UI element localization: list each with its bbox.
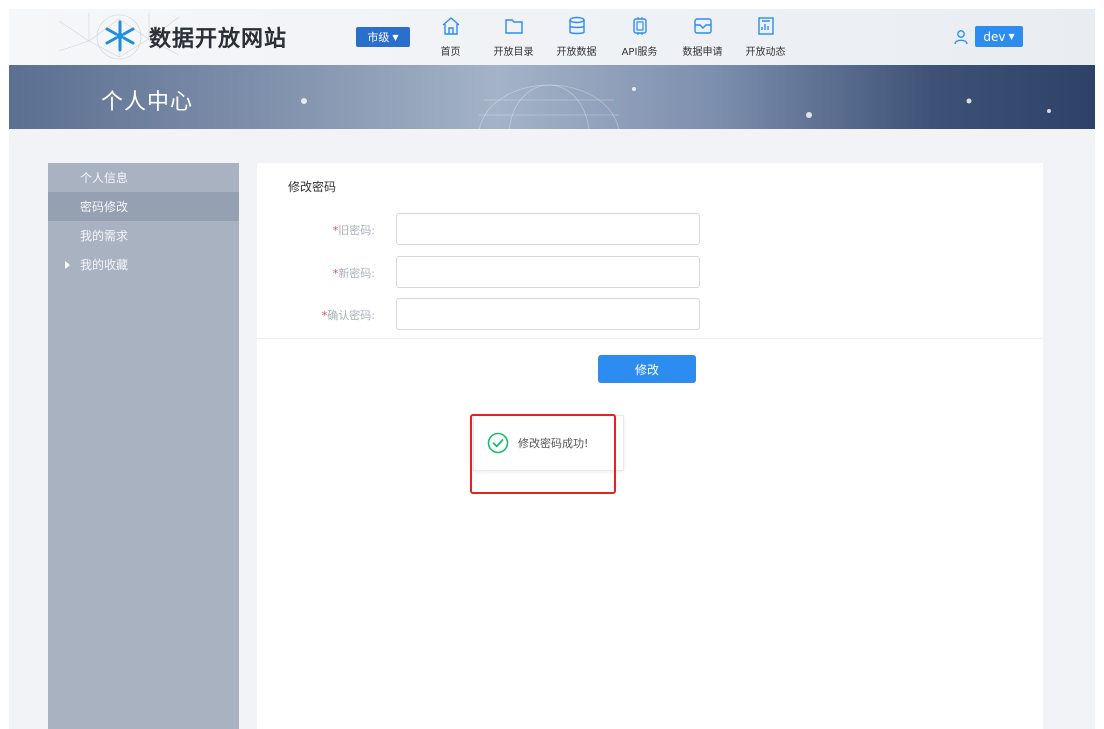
page-banner: 个人中心	[9, 65, 1095, 129]
nav-label: 首页	[440, 47, 461, 58]
nav-item-catalog[interactable]: 开放目录	[482, 13, 545, 63]
home-icon	[442, 17, 459, 35]
inbox-icon	[693, 18, 712, 34]
user-icon	[954, 30, 968, 45]
sidebar-item-label: 我的需求	[80, 229, 129, 243]
username-label: dev	[983, 29, 1006, 44]
new-password-input[interactable]	[396, 256, 700, 288]
page-title: 个人中心	[101, 90, 194, 115]
old-password-label: *旧密码:	[333, 222, 375, 238]
confirm-password-row: *确认密码:	[257, 298, 1043, 332]
sidebar-item-label: 我的收藏	[80, 258, 129, 272]
new-password-label: *新密码:	[333, 265, 375, 281]
logo-icon	[105, 20, 135, 52]
folder-icon	[504, 19, 523, 34]
city-level-select[interactable]: 市级 ▼	[356, 27, 410, 47]
main-nav: 首页 开放目录 开放数据 API服务 数据申请 开放动态	[419, 13, 797, 63]
database-icon	[568, 16, 585, 35]
annotation-highlight-box	[470, 414, 616, 494]
sidebar-item-my-favorites[interactable]: 我的收藏	[48, 250, 239, 279]
nav-item-apply[interactable]: 数据申请	[671, 13, 734, 63]
sidebar-item-my-requests[interactable]: 我的需求	[48, 221, 239, 250]
confirm-password-label: *确认密码:	[322, 307, 375, 323]
nav-item-news[interactable]: 开放动态	[734, 13, 797, 63]
old-password-row: *旧密码:	[257, 213, 1043, 247]
panel-title: 修改密码	[288, 180, 337, 194]
change-password-panel: 修改密码 *旧密码: *新密码: *确认密码: 修改 修改密码成功!	[257, 163, 1043, 729]
confirm-password-label-text: 确认密码:	[327, 309, 375, 322]
site-title[interactable]: 数据开放网站	[149, 21, 287, 53]
nav-label: API服务	[621, 47, 658, 58]
user-menu-button[interactable]: dev ▼	[975, 26, 1023, 47]
old-password-input[interactable]	[396, 213, 700, 245]
page-frame: 数据开放网站 市级 ▼ 首页 开放目录 开放数据 API服务 数据申请 开放动态…	[9, 9, 1095, 729]
nav-label: 开放动态	[745, 47, 786, 58]
new-password-row: *新密码:	[257, 256, 1043, 290]
submit-button[interactable]: 修改	[598, 355, 696, 383]
chip-icon	[632, 17, 647, 35]
nav-label: 数据申请	[682, 47, 723, 58]
nav-label: 开放目录	[493, 47, 534, 58]
confirm-password-input[interactable]	[396, 298, 700, 330]
new-password-label-text: 新密码:	[338, 267, 375, 280]
top-header: 数据开放网站 市级 ▼ 首页 开放目录 开放数据 API服务 数据申请 开放动态…	[9, 9, 1095, 65]
chevron-down-icon: ▼	[392, 32, 399, 42]
city-level-label: 市级	[367, 31, 390, 44]
nav-label: 开放数据	[556, 47, 597, 58]
nav-item-home[interactable]: 首页	[419, 13, 482, 63]
form-divider	[257, 338, 1043, 339]
caret-right-icon	[65, 261, 70, 269]
sidebar-item-label: 个人信息	[80, 171, 129, 185]
sidebar-item-change-password[interactable]: 密码修改	[48, 192, 239, 221]
nav-item-api[interactable]: API服务	[608, 13, 671, 63]
old-password-label-text: 旧密码:	[338, 224, 375, 237]
nav-item-open-data[interactable]: 开放数据	[545, 13, 608, 63]
sidebar-item-label: 密码修改	[80, 200, 129, 214]
chevron-down-icon: ▼	[1008, 32, 1015, 41]
sidebar: 个人信息 密码修改 我的需求 我的收藏	[48, 163, 239, 729]
sidebar-item-profile[interactable]: 个人信息	[48, 163, 239, 192]
report-icon	[757, 17, 774, 35]
